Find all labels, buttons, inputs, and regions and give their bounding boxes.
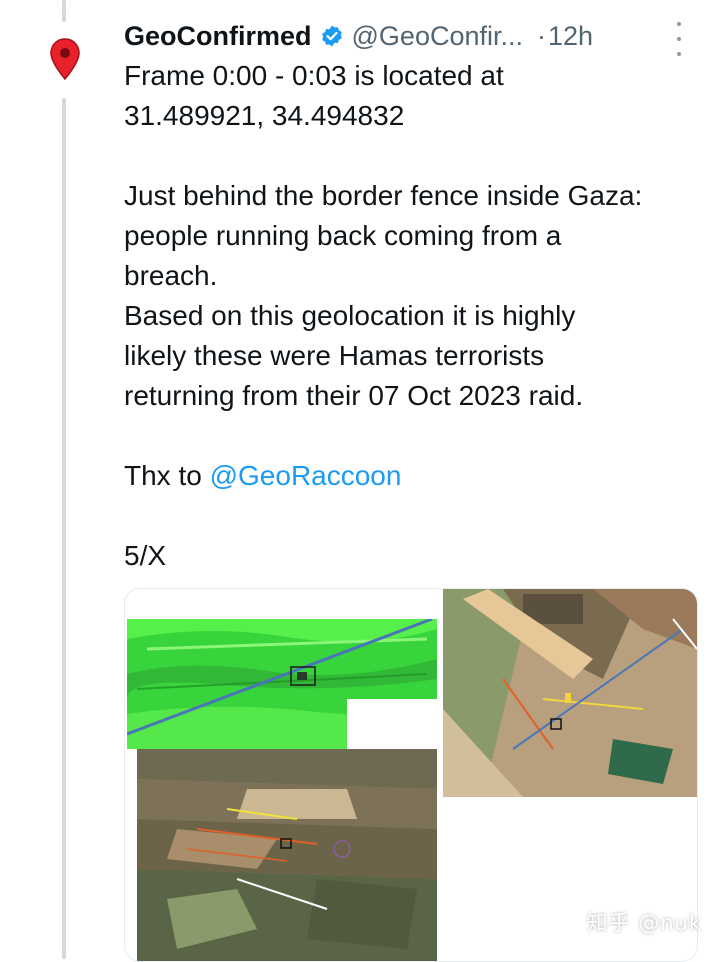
media-image-satellite-annotated[interactable] — [443, 589, 697, 797]
tweet-line: Based on this geolocation it is highly — [124, 300, 576, 331]
media-image-green-render[interactable] — [127, 619, 437, 749]
thread-line-top — [62, 0, 66, 22]
map-pin-icon[interactable] — [50, 38, 80, 81]
tweet-line: people running back coming from a — [124, 220, 562, 251]
author-handle[interactable]: @GeoConfir... — [352, 21, 523, 52]
thread-counter: 5/X — [124, 540, 167, 571]
tweet-line: Just behind the border fence inside Gaza… — [124, 180, 643, 211]
tweet-header: GeoConfirmed @GeoConfir... · 12h — [124, 16, 690, 56]
thread-line-bottom — [62, 98, 66, 959]
separator-dot: · — [537, 20, 546, 51]
tweet-timestamp[interactable]: 12h — [548, 21, 593, 52]
tweet-line: likely these were Hamas terrorists — [124, 340, 545, 371]
tweet-line: Frame 0:00 - 0:03 is located at — [124, 60, 504, 91]
watermark: 知乎 @nuk — [586, 911, 702, 935]
tweet-line: breach. — [124, 260, 218, 291]
media-image-satellite-oblique[interactable] — [137, 749, 437, 961]
thanks-line: Thx to @GeoRaccoon — [124, 456, 704, 496]
verified-badge-icon — [321, 25, 342, 47]
more-options-icon[interactable] — [672, 22, 686, 56]
author-name[interactable]: GeoConfirmed — [124, 21, 312, 52]
media-grid — [124, 588, 698, 962]
tweet-line: 31.489921, 34.494832 — [124, 100, 405, 131]
tweet-body: Frame 0:00 - 0:03 is located at 31.48992… — [124, 56, 704, 576]
mention-link[interactable]: @GeoRaccoon — [210, 460, 402, 491]
tweet-line: returning from their 07 Oct 2023 raid. — [124, 380, 584, 411]
thanks-prefix: Thx to — [124, 460, 210, 491]
